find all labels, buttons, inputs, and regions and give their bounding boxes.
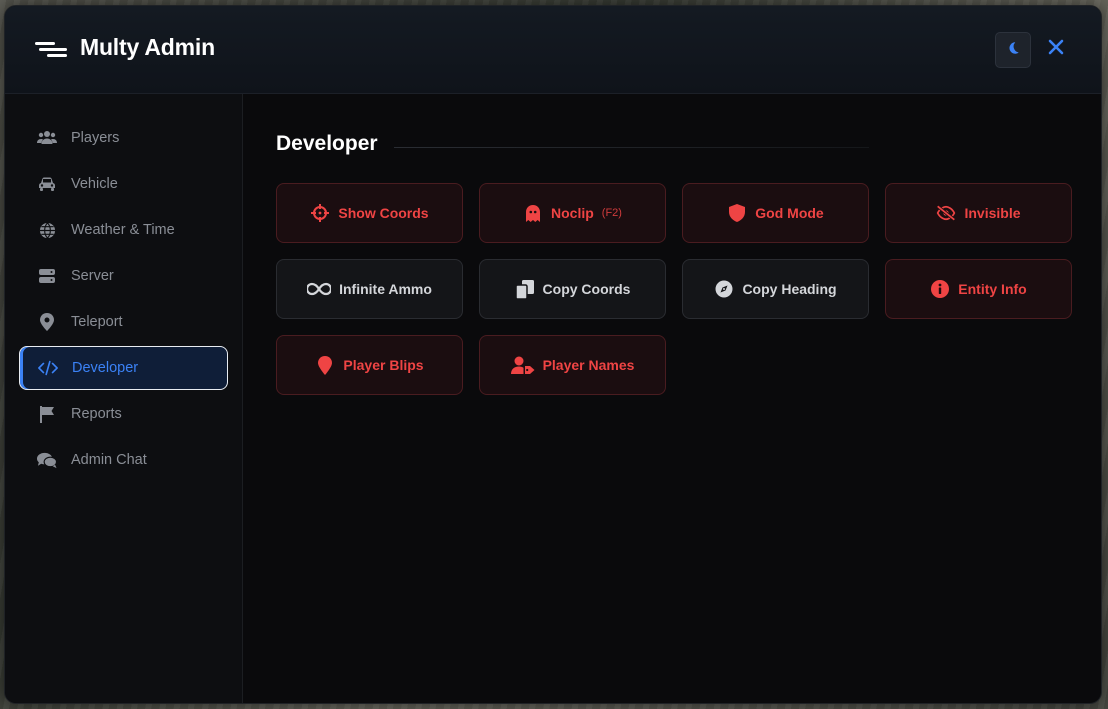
button-label: Show Coords	[338, 205, 429, 221]
sidebar-item-developer[interactable]: Developer	[19, 346, 228, 390]
infinity-icon	[307, 279, 332, 299]
chat-icon	[37, 450, 57, 470]
sidebar-item-label: Server	[71, 268, 114, 284]
infinite-ammo-button[interactable]: Infinite Ammo	[276, 259, 463, 319]
sidebar-item-reports[interactable]: Reports	[19, 392, 228, 436]
button-label: Copy Coords	[542, 281, 631, 297]
button-label: Entity Info	[958, 281, 1027, 297]
copy-heading-button[interactable]: Copy Heading	[682, 259, 869, 319]
window-header: Multy Admin	[5, 6, 1101, 94]
button-label: Infinite Ammo	[339, 281, 432, 297]
god-mode-button[interactable]: God Mode	[682, 183, 869, 243]
close-icon	[1048, 39, 1064, 60]
sidebar-item-label: Reports	[71, 406, 122, 422]
eye-slash-icon	[936, 203, 956, 223]
info-icon	[930, 279, 950, 299]
sidebar-item-admin-chat[interactable]: Admin Chat	[19, 438, 228, 482]
close-button[interactable]	[1042, 35, 1070, 63]
sidebar-item-vehicle[interactable]: Vehicle	[19, 162, 228, 206]
copy-icon	[515, 279, 535, 299]
flag-icon	[37, 404, 57, 424]
car-icon	[37, 174, 57, 194]
entity-info-button[interactable]: Entity Info	[885, 259, 1072, 319]
user-tag-icon	[510, 355, 535, 375]
app-title: Multy Admin	[80, 34, 215, 60]
sidebar-item-label: Players	[71, 130, 120, 146]
sidebar-item-teleport[interactable]: Teleport	[19, 300, 228, 344]
section-title: Developer	[276, 132, 378, 155]
keybind-hint: (F2)	[601, 207, 622, 219]
sidebar: Players Vehicle Weather & Time Server Te…	[5, 94, 243, 703]
globe-icon	[37, 220, 57, 240]
sidebar-item-label: Weather & Time	[71, 222, 175, 238]
sidebar-item-weather-time[interactable]: Weather & Time	[19, 208, 228, 252]
sidebar-item-label: Admin Chat	[71, 452, 147, 468]
compass-icon	[714, 279, 734, 299]
theme-toggle-button[interactable]	[995, 32, 1031, 68]
player-blips-button[interactable]: Player Blips	[276, 335, 463, 395]
button-label: Invisible	[964, 205, 1021, 221]
noclip-button[interactable]: Noclip (F2)	[479, 183, 666, 243]
map-pin-icon	[37, 312, 57, 332]
map-marker-icon	[315, 355, 335, 375]
player-names-button[interactable]: Player Names	[479, 335, 666, 395]
copy-coords-button[interactable]: Copy Coords	[479, 259, 666, 319]
moon-icon	[1006, 41, 1020, 60]
server-icon	[37, 266, 57, 286]
shield-icon	[727, 203, 747, 223]
menu-icon[interactable]	[35, 42, 69, 58]
main-content: Developer Show Coords Noclip (F2) God Mo…	[244, 94, 1101, 703]
button-label: Copy Heading	[742, 281, 837, 297]
code-icon	[38, 358, 58, 378]
show-coords-button[interactable]: Show Coords	[276, 183, 463, 243]
sidebar-item-server[interactable]: Server	[19, 254, 228, 298]
ghost-icon	[523, 203, 543, 223]
crosshair-icon	[310, 203, 330, 223]
admin-window: Multy Admin Players Vehicle Weather & Ti…	[4, 5, 1102, 704]
users-icon	[37, 128, 57, 148]
button-label: Player Names	[542, 357, 635, 373]
sidebar-item-label: Developer	[72, 360, 139, 376]
button-label: Player Blips	[343, 357, 424, 373]
invisible-button[interactable]: Invisible	[885, 183, 1072, 243]
sidebar-item-players[interactable]: Players	[19, 116, 228, 160]
sidebar-item-label: Teleport	[71, 314, 123, 330]
sidebar-item-label: Vehicle	[71, 176, 118, 192]
section-divider	[394, 147, 869, 148]
button-label: God Mode	[755, 205, 824, 221]
button-label: Noclip	[551, 205, 594, 221]
